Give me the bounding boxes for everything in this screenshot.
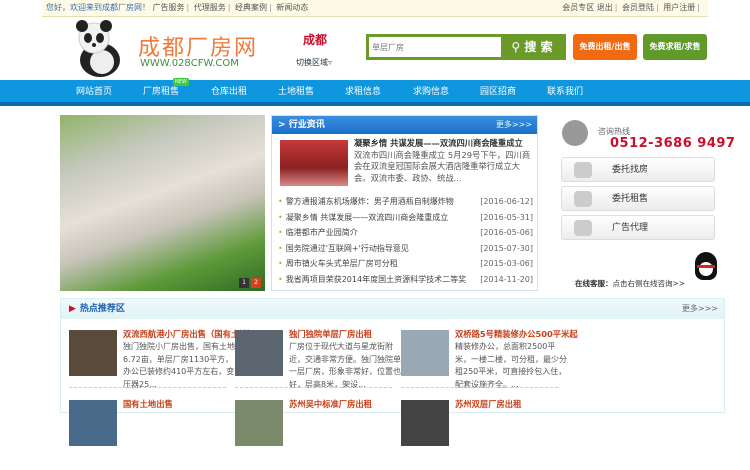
news-featured-title[interactable]: 凝聚乡情 共谋发展——双流四川商会隆重成立	[354, 138, 523, 148]
entrust-rent-label: 委托租售	[612, 194, 649, 204]
nav-seek-rent[interactable]: 求租信息	[345, 80, 381, 104]
news-item[interactable]: 我省两项目荣获2014年度国土资源科学技术二等奖 [2014-11-20]	[278, 272, 533, 288]
online-service[interactable]: 在线客服：点击右侧在线咨询>>	[575, 278, 685, 289]
banner-slider[interactable]: 12	[60, 115, 265, 291]
news-item-date: [2016-06-12]	[480, 197, 533, 206]
listing-title[interactable]: 独门独院单层厂房出租	[289, 328, 372, 340]
panda-logo-icon	[76, 20, 120, 77]
main-nav: 网站首页 厂房租售 NEW 仓库出租 土地租售 求租信息 求购信息 园区招商 联…	[0, 78, 750, 106]
listing-image	[401, 400, 449, 446]
online-service-text: 点击右侧在线咨询>>	[612, 279, 686, 288]
search-button-label: 搜 索	[524, 40, 553, 54]
link-ad-service[interactable]: 广告服务	[153, 3, 185, 12]
hot-recommend-panel: ▶ 热点推荐区 更多>>> 双流西航港小厂房出售（国有土地） 独门独院小厂房出售，国有…	[60, 298, 725, 446]
news-featured-summary: 双流市四川商会隆重成立 5月29号下午，四川商会在双流皇冠国际会展大酒店隆重举行…	[354, 149, 531, 183]
new-badge: NEW	[173, 78, 189, 86]
news-title: 行业资讯	[288, 120, 325, 130]
news-item-title: 凝聚乡情 共谋发展——双流四川商会隆重成立	[285, 212, 449, 222]
news-item[interactable]: 警方通报浦东机场爆炸：男子用酒瓶自制爆炸物 [2016-06-12]	[278, 194, 533, 210]
listing-title[interactable]: 国有土地出售	[123, 398, 173, 410]
listing-item[interactable]: 苏州吴中标准厂房出租	[235, 398, 395, 470]
search-icon: ⚲	[511, 40, 525, 54]
news-item[interactable]: 临港都市产业园简介 [2016-05-06]	[278, 225, 533, 241]
switch-region-label: 切换区域	[296, 58, 328, 67]
greeting: 您好，欢迎来到成都厂房网！	[46, 3, 150, 12]
entrust-find-button[interactable]: 委托找房	[561, 157, 715, 182]
hotline-number: 0512-3686 9497	[610, 136, 736, 151]
news-item[interactable]: 周市镇火车头式单层厂房可分租 [2015-03-06]	[278, 256, 533, 272]
people-icon	[574, 191, 592, 207]
listing-image	[235, 330, 283, 376]
news-item-date: [2015-03-06]	[480, 259, 533, 268]
search-input[interactable]	[369, 37, 499, 57]
online-service-label: 在线客服：	[575, 279, 613, 288]
news-item-date: [2014-11-20]	[480, 274, 533, 284]
listing-title[interactable]: 双桥路5号精装修办公500平米起	[455, 328, 578, 340]
link-register[interactable]: 用户注册	[663, 3, 695, 12]
industry-news-panel: > 行业资讯 更多>>> 凝聚乡情 共谋发展——双流四川商会隆重成立 双流市四川商会…	[271, 115, 538, 291]
triangle-right-icon: ▶	[69, 304, 76, 314]
listing-summary: 精装修办公，总面积2500平米，一楼二楼，可分租，最少分租250平米，可直接拎包…	[455, 342, 567, 389]
link-news[interactable]: 新闻动态	[276, 3, 308, 12]
nav-home[interactable]: 网站首页	[76, 80, 112, 104]
listing-item[interactable]: 苏州双层厂房出租	[401, 398, 561, 470]
listing-item[interactable]: 双流西航港小厂房出售（国有土地） 独门独院小厂房出售，国有土地6.72亩，单层厂房…	[69, 329, 256, 400]
link-member[interactable]: 会员专区	[562, 3, 594, 12]
house-icon	[574, 162, 592, 178]
hot-more-link[interactable]: 更多>>>	[682, 299, 718, 319]
news-item-title: 我省两项目荣获2014年度国土资源科学技术二等奖	[285, 274, 467, 284]
link-logout[interactable]: 退出	[597, 3, 613, 12]
news-item-date: [2016-05-06]	[480, 228, 533, 237]
telephone-icon	[562, 120, 588, 146]
top-bar: 您好，欢迎来到成都厂房网！ 广告服务 | 代理服务 | 经典案例 | 新闻动态 会员专…	[0, 0, 750, 17]
nav-land[interactable]: 土地租售	[278, 80, 314, 104]
slide-dot-2[interactable]: 2	[251, 278, 261, 288]
nav-seek-buy[interactable]: 求购信息	[413, 80, 449, 104]
news-item-title: 国务院通过'互联网+'行动指导意见	[285, 243, 409, 253]
listing-summary: 厂房位于现代大道与星龙街附近，交通非常方便。独门独院单一层厂房，形象非常好，位置…	[289, 342, 401, 389]
nav-contact[interactable]: 联系我们	[547, 80, 583, 104]
listing-title[interactable]: 苏州双层厂房出租	[455, 398, 521, 410]
listing-image	[69, 400, 117, 446]
news-item-date: [2016-05-31]	[480, 212, 533, 222]
search-box: ⚲ 搜 索	[366, 34, 566, 60]
slide-dot-1[interactable]: 1	[239, 278, 249, 288]
chevron-down-icon: ▿	[328, 58, 333, 67]
listing-image	[69, 330, 117, 376]
news-item[interactable]: 国务院通过'互联网+'行动指导意见 [2015-07-30]	[278, 241, 533, 257]
free-rent-sell-button[interactable]: 免费出租/出售	[573, 34, 637, 60]
news-item[interactable]: 凝聚乡情 共谋发展——双流四川商会隆重成立 [2016-05-31]	[278, 210, 533, 226]
free-seek-button[interactable]: 免费求租/求售	[643, 34, 707, 60]
logo-url: WWW.028CFW.COM	[140, 58, 239, 69]
hot-title: 热点推荐区	[79, 304, 125, 314]
listing-image	[235, 400, 283, 446]
link-agency[interactable]: 代理服务	[194, 3, 226, 12]
current-city: 成都	[303, 33, 328, 47]
entrust-rent-button[interactable]: 委托租售	[561, 186, 715, 211]
listing-image	[401, 330, 449, 376]
news-more-link[interactable]: 更多>>>	[496, 116, 532, 134]
entrust-find-label: 委托找房	[612, 165, 649, 175]
listing-title[interactable]: 苏州吴中标准厂房出租	[289, 398, 372, 410]
news-item-title: 警方通报浦东机场爆炸：男子用酒瓶自制爆炸物	[285, 197, 454, 206]
news-item-title: 临港都市产业园简介	[285, 228, 358, 237]
listing-item[interactable]: 独门独院单层厂房出租厂房位于现代大道与星龙街附近，交通非常方便。独门独院单一层厂…	[235, 328, 401, 400]
database-icon	[574, 220, 592, 236]
nav-warehouse[interactable]: 仓库出租	[211, 80, 247, 104]
news-featured-image[interactable]	[280, 140, 348, 186]
news-item-title: 周市镇火车头式单层厂房可分租	[285, 259, 398, 268]
link-login[interactable]: 会员登陆	[622, 3, 654, 12]
chevron-right-icon: >	[278, 120, 289, 130]
qq-penguin-icon[interactable]	[695, 252, 717, 280]
switch-region[interactable]: 切换区域▿	[296, 57, 332, 68]
listing-item[interactable]: 国有土地出售	[69, 398, 229, 470]
news-item-date: [2015-07-30]	[480, 243, 533, 253]
listing-summary: 独门独院小厂房出售，国有土地6.72亩，单层厂房1130平方，办公已装修约410…	[123, 342, 235, 389]
search-button[interactable]: ⚲ 搜 索	[501, 34, 563, 60]
link-cases[interactable]: 经典案例	[235, 3, 267, 12]
listing-item[interactable]: 双桥路5号精装修办公500平米起精装修办公，总面积2500平米，一楼二楼，可分租…	[401, 329, 578, 400]
ad-agency-button[interactable]: 广告代理	[561, 215, 715, 240]
nav-park[interactable]: 园区招商	[480, 80, 516, 104]
ad-agency-label: 广告代理	[612, 223, 649, 233]
